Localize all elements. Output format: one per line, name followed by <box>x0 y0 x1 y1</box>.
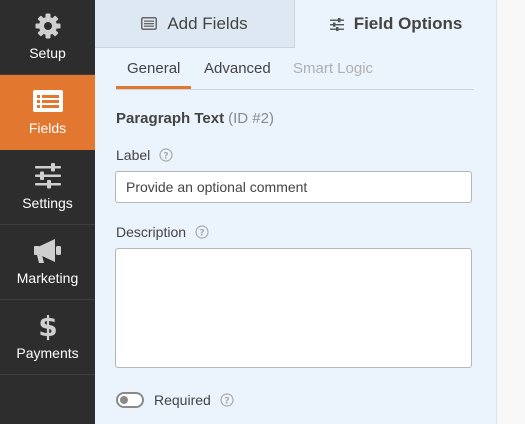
required-option-heading: Required ? <box>154 392 234 408</box>
sidebar-item-label: Payments <box>16 345 79 361</box>
sidebar-item-setup[interactable]: Setup <box>0 0 95 75</box>
svg-text:?: ? <box>164 152 169 162</box>
list-icon <box>141 17 158 30</box>
subtab-smart-logic[interactable]: Smart Logic <box>293 60 373 77</box>
required-toggle[interactable] <box>116 392 144 408</box>
sidebar-item-label: Fields <box>28 120 67 136</box>
description-textarea[interactable] <box>115 248 472 368</box>
svg-text:?: ? <box>224 397 229 407</box>
sidebar-item-label: Marketing <box>16 270 79 286</box>
tab-add-fields-label: Add Fields <box>167 13 248 33</box>
field-type: Paragraph Text <box>116 110 225 127</box>
subtab-general[interactable]: General <box>127 60 180 77</box>
sidebar-item-fields[interactable]: Fields <box>0 75 95 150</box>
sidebar-item-label: Setup <box>29 45 66 61</box>
active-subtab-indicator <box>116 86 191 89</box>
sidebar-item-payments[interactable]: $ Payments <box>0 300 95 375</box>
help-icon[interactable]: ? <box>159 148 173 162</box>
gear-icon <box>32 12 64 40</box>
tab-field-options-label: Field Options <box>353 14 463 33</box>
field-heading: Paragraph Text (ID #2) <box>116 110 274 127</box>
label-input[interactable] <box>115 171 472 203</box>
dollar-icon: $ <box>32 311 64 341</box>
megaphone-icon <box>32 237 64 265</box>
preview-panel-edge <box>496 0 525 424</box>
toggle-knob <box>120 396 128 404</box>
tab-field-options[interactable]: Field Options <box>296 0 496 48</box>
sliders-icon <box>329 17 344 31</box>
sidebar-item-settings[interactable]: Settings <box>0 150 95 225</box>
fields-list-icon <box>32 87 64 115</box>
svg-text:?: ? <box>199 229 204 239</box>
description-option-text: Description <box>116 224 187 240</box>
sidebar-item-marketing[interactable]: Marketing <box>0 225 95 300</box>
subtab-advanced[interactable]: Advanced <box>204 60 271 77</box>
field-id: (ID #2) <box>228 110 274 127</box>
sidebar-item-label: Settings <box>22 195 73 211</box>
field-options-subtabs: General Advanced Smart Logic <box>116 48 474 90</box>
help-icon[interactable]: ? <box>195 225 209 239</box>
label-option-heading: Label ? <box>116 147 173 163</box>
label-option-text: Label <box>116 147 151 163</box>
svg-text:$: $ <box>38 311 57 341</box>
tab-add-fields[interactable]: Add Fields <box>95 0 295 48</box>
required-label: Required <box>154 392 211 408</box>
description-option-heading: Description ? <box>116 224 209 240</box>
help-icon[interactable]: ? <box>220 393 234 407</box>
sliders-icon <box>32 162 64 190</box>
builder-sidebar: Setup Fields Settings Marketing $ Paymen… <box>0 0 95 424</box>
